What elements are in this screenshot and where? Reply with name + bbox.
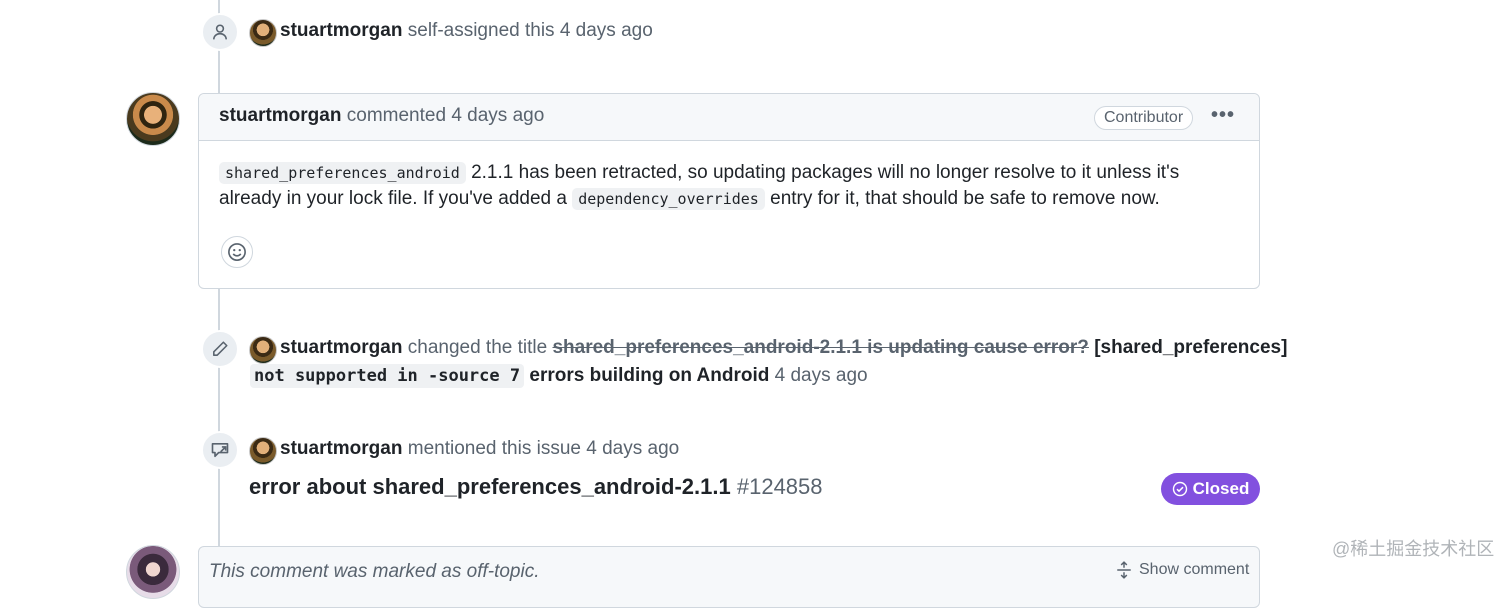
avatar[interactable]: [249, 336, 277, 364]
person-icon: [213, 24, 227, 40]
issue-closed-icon: [1172, 481, 1187, 497]
pencil-icon: [213, 341, 228, 356]
author-link[interactable]: stuartmorgan: [280, 438, 402, 459]
comment-box: stuartmorgan commented 4 days ago Contri…: [198, 93, 1260, 289]
show-comment-button[interactable]: Show comment: [1115, 561, 1249, 579]
add-reaction-button[interactable]: [221, 236, 253, 268]
comment-author-link[interactable]: stuartmorgan: [219, 105, 341, 126]
issue-number[interactable]: #124858: [737, 474, 823, 499]
new-title-part: [shared_preferences]: [1094, 337, 1288, 358]
comment-meta: stuartmorgan commented 4 days ago: [219, 105, 544, 127]
inline-code: shared_preferences_android: [219, 162, 466, 184]
mention-event-text: stuartmorgan mentioned this issue 4 days…: [280, 438, 679, 460]
event-action: self-assigned this: [407, 20, 555, 41]
event-action: mentioned this issue: [407, 438, 581, 459]
avatar[interactable]: [249, 19, 277, 47]
event-timestamp[interactable]: 4 days ago: [560, 20, 653, 41]
avatar[interactable]: [249, 437, 277, 465]
avatar[interactable]: [126, 545, 180, 599]
rename-event-badge: [201, 330, 239, 368]
mention-event-badge: [201, 431, 239, 469]
assign-event-badge: [201, 13, 239, 51]
offtopic-message: This comment was marked as off-topic.: [209, 561, 540, 582]
comment-action: commented: [346, 105, 447, 126]
issue-title[interactable]: error about shared_preferences_android-2…: [249, 474, 731, 499]
watermark: @稀土掘金技术社区: [1332, 539, 1495, 559]
comment-body: shared_preferences_android 2.1.1 has bee…: [219, 160, 1239, 212]
comment-timestamp[interactable]: 4 days ago: [451, 105, 544, 126]
event-timestamp[interactable]: 4 days ago: [775, 365, 868, 386]
comment-author-avatar[interactable]: [126, 92, 180, 146]
new-title-code: not supported in -source 7: [250, 364, 525, 388]
closed-status-badge: Closed: [1161, 473, 1260, 505]
comment-text: entry for it, that should be safe to rem…: [764, 188, 1160, 209]
rename-event-text: stuartmorgan changed the title shared_pr…: [280, 337, 1287, 359]
show-comment-label[interactable]: Show comment: [1139, 561, 1249, 579]
author-link[interactable]: stuartmorgan: [280, 337, 402, 358]
unfold-icon: [1117, 561, 1131, 579]
event-timestamp[interactable]: 4 days ago: [586, 438, 679, 459]
author-link[interactable]: stuartmorgan: [280, 20, 402, 41]
inline-code: dependency_overrides: [572, 188, 765, 210]
new-title-part: errors building on Android: [529, 365, 770, 386]
old-title: shared_preferences_android-2.1.1 is upda…: [552, 337, 1089, 358]
event-action: changed the title: [407, 337, 548, 358]
kebab-horizontal-icon[interactable]: •••: [1211, 104, 1235, 127]
hidden-comment: This comment was marked as off-topic. Sh…: [198, 546, 1260, 608]
comment-header: stuartmorgan commented 4 days ago Contri…: [199, 94, 1259, 141]
smiley-icon: [228, 243, 246, 261]
status-label: Closed: [1192, 479, 1250, 498]
cross-reference-icon: [211, 442, 229, 458]
assign-event-text: stuartmorgan self-assigned this 4 days a…: [280, 20, 653, 42]
rename-event-text-line2: not supported in -source 7 errors buildi…: [250, 364, 868, 388]
contributor-badge: Contributor: [1094, 106, 1194, 130]
referenced-issue-link[interactable]: error about shared_preferences_android-2…: [249, 474, 823, 500]
